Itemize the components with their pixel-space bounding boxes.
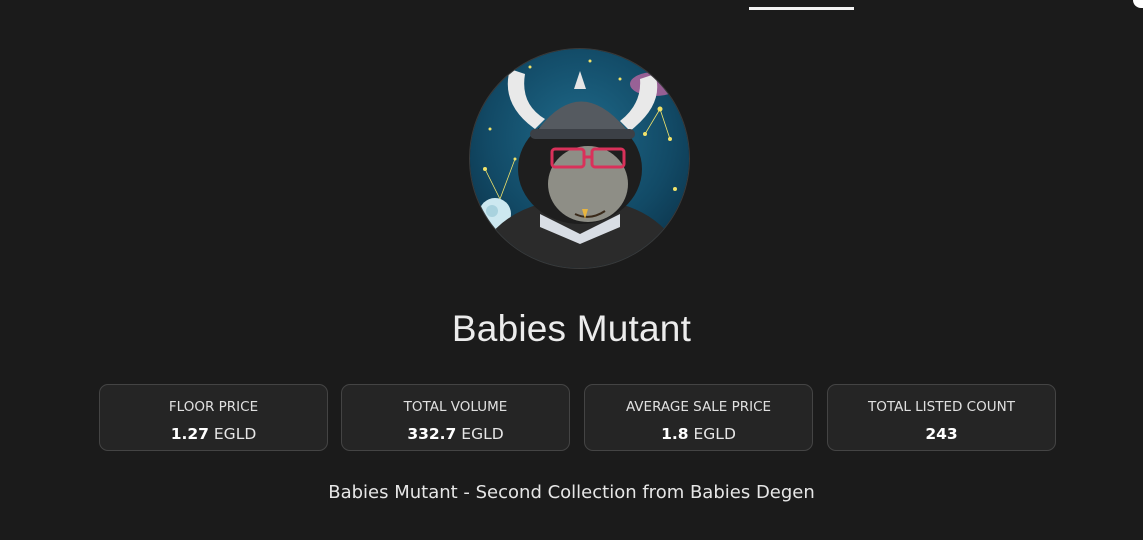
stat-card-average-sale-price: AVERAGE SALE PRICE 1.8 EGLD (584, 384, 813, 451)
collection-page: Babies Mutant FLOOR PRICE 1.27 EGLD TOTA… (0, 0, 1143, 540)
window-corner (1133, 0, 1143, 8)
mutant-ape-avatar-icon (470, 49, 689, 268)
collection-title: Babies Mutant (451, 308, 692, 349)
stat-label: FLOOR PRICE (168, 399, 259, 415)
stat-value: 1.27 EGLD (100, 425, 327, 443)
stat-number: 1.27 (170, 425, 209, 443)
active-tab-indicator (749, 7, 854, 10)
stat-unit: EGLD (693, 425, 736, 443)
stat-value: 1.8 EGLD (585, 425, 812, 443)
stat-card-floor-price: FLOOR PRICE 1.27 EGLD (99, 384, 328, 451)
stat-card-total-volume: TOTAL VOLUME 332.7 EGLD (341, 384, 570, 451)
stat-unit: EGLD (461, 425, 504, 443)
stat-label: TOTAL VOLUME (403, 399, 508, 415)
stat-value: 332.7 EGLD (342, 425, 569, 443)
stat-label: TOTAL LISTED COUNT (868, 399, 1015, 415)
stat-number: 243 (925, 425, 958, 443)
stat-number: 332.7 (407, 425, 457, 443)
stat-unit: EGLD (213, 425, 257, 443)
collection-avatar (469, 48, 690, 269)
stats-row: FLOOR PRICE 1.27 EGLD TOTAL VOLUME 332.7… (99, 384, 1058, 453)
stat-value: 243 (828, 425, 1055, 443)
stat-card-total-listed-count: TOTAL LISTED COUNT 243 (827, 384, 1056, 451)
stat-number: 1.8 (661, 425, 689, 443)
collection-description: Babies Mutant - Second Collection from B… (328, 482, 815, 503)
stat-label: AVERAGE SALE PRICE (625, 399, 772, 415)
